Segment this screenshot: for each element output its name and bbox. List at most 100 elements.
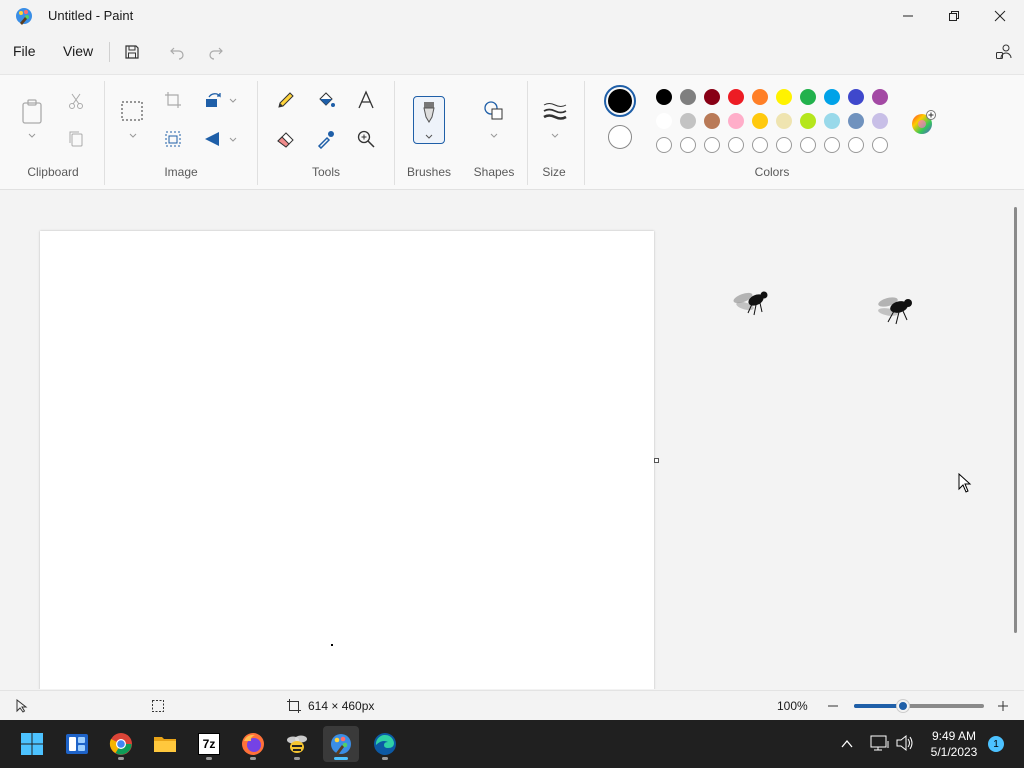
- vertical-scrollbar[interactable]: [1014, 207, 1017, 633]
- text-tool[interactable]: [352, 86, 380, 114]
- color-swatch[interactable]: [656, 113, 672, 129]
- size-button[interactable]: [541, 97, 569, 125]
- color-swatch[interactable]: [656, 89, 672, 105]
- color-swatch[interactable]: [680, 89, 696, 105]
- chevron-down-icon: [551, 133, 559, 138]
- redo-button[interactable]: [205, 41, 227, 63]
- account-button[interactable]: [993, 41, 1015, 63]
- cut-button[interactable]: [62, 87, 90, 115]
- chevron-up-icon[interactable]: [840, 737, 854, 751]
- flip-button[interactable]: [199, 125, 227, 153]
- color-swatch[interactable]: [872, 89, 888, 105]
- color-swatch[interactable]: [752, 89, 768, 105]
- zoom-out-button[interactable]: [826, 699, 840, 713]
- volume-icon[interactable]: [895, 734, 915, 752]
- custom-color-slot[interactable]: [704, 137, 720, 153]
- color-swatch[interactable]: [728, 89, 744, 105]
- custom-color-slot[interactable]: [848, 137, 864, 153]
- start-button[interactable]: [14, 726, 50, 762]
- undo-icon: [170, 47, 184, 60]
- restore-button[interactable]: [931, 0, 977, 32]
- color-swatch[interactable]: [704, 89, 720, 105]
- 7zip-taskbar-button[interactable]: 7z: [191, 726, 227, 762]
- color-swatch[interactable]: [752, 113, 768, 129]
- copy-button[interactable]: [62, 125, 90, 153]
- running-indicator: [206, 757, 212, 760]
- paint-taskbar-button[interactable]: [323, 726, 359, 762]
- secondary-color-button[interactable]: [608, 125, 632, 149]
- edit-colors-button[interactable]: [910, 110, 936, 136]
- color-swatch[interactable]: [824, 113, 840, 129]
- color-picker-tool[interactable]: [312, 125, 340, 153]
- custom-color-slot[interactable]: [752, 137, 768, 153]
- color-swatch[interactable]: [776, 113, 792, 129]
- menu-bar: File View: [0, 34, 1024, 70]
- color-swatch[interactable]: [800, 113, 816, 129]
- notification-badge[interactable]: 1: [988, 736, 1004, 752]
- rotate-button[interactable]: [199, 86, 227, 114]
- close-icon: [994, 10, 1006, 22]
- pencil-tool[interactable]: [272, 86, 300, 114]
- drawing-canvas[interactable]: [40, 231, 654, 689]
- running-indicator: [118, 757, 124, 760]
- color-swatch[interactable]: [776, 89, 792, 105]
- firefox-taskbar-button[interactable]: [235, 726, 271, 762]
- custom-color-slot[interactable]: [680, 137, 696, 153]
- rotate-icon: [206, 93, 221, 107]
- copy-icon: [69, 131, 83, 147]
- custom-color-slot[interactable]: [656, 137, 672, 153]
- color-swatch[interactable]: [728, 113, 744, 129]
- redo-icon: [209, 47, 223, 60]
- select-button[interactable]: [118, 97, 146, 125]
- resize-button[interactable]: [159, 125, 187, 153]
- view-menu[interactable]: View: [63, 43, 93, 59]
- ribbon-separator: [584, 81, 585, 185]
- file-menu[interactable]: File: [13, 43, 36, 59]
- running-indicator: [334, 757, 348, 760]
- color-swatch[interactable]: [848, 113, 864, 129]
- bee-app-taskbar-button[interactable]: [279, 726, 315, 762]
- fill-tool[interactable]: [312, 86, 340, 114]
- eraser-tool[interactable]: [272, 125, 300, 153]
- widgets-button[interactable]: [59, 726, 95, 762]
- save-button[interactable]: [121, 41, 143, 63]
- zoom-slider-thumb[interactable]: [897, 700, 910, 712]
- magnifier-tool[interactable]: [352, 125, 380, 153]
- color-swatch[interactable]: [872, 113, 888, 129]
- color-swatch[interactable]: [680, 113, 696, 129]
- running-indicator: [382, 757, 388, 760]
- custom-color-slot[interactable]: [872, 137, 888, 153]
- color-swatch[interactable]: [704, 113, 720, 129]
- color-swatch[interactable]: [824, 89, 840, 105]
- minimize-button[interactable]: [885, 0, 931, 32]
- custom-color-slot[interactable]: [776, 137, 792, 153]
- zoom-slider[interactable]: [854, 700, 984, 712]
- network-icon[interactable]: [870, 734, 890, 752]
- custom-color-slot[interactable]: [728, 137, 744, 153]
- canvas-workspace[interactable]: [0, 191, 1014, 689]
- paste-button[interactable]: [18, 97, 46, 127]
- zoom-slider-fill: [854, 704, 904, 708]
- clock-date: 5/1/2023: [930, 745, 978, 759]
- shapes-button[interactable]: [480, 97, 508, 125]
- status-bar: 614 × 460px 100%: [0, 690, 1024, 720]
- zoom-in-button[interactable]: [996, 699, 1010, 713]
- canvas-resize-handle-right[interactable]: [654, 458, 659, 463]
- edge-taskbar-button[interactable]: [367, 726, 403, 762]
- custom-color-slot[interactable]: [800, 137, 816, 153]
- system-clock[interactable]: 9:49 AM 5/1/2023: [920, 728, 988, 760]
- color-swatch[interactable]: [800, 89, 816, 105]
- primary-color-button[interactable]: [604, 85, 636, 117]
- chrome-taskbar-button[interactable]: [103, 726, 139, 762]
- undo-button[interactable]: [166, 41, 188, 63]
- custom-color-slot[interactable]: [824, 137, 840, 153]
- minimize-icon: [903, 15, 913, 17]
- close-button[interactable]: [977, 0, 1023, 32]
- clock-time: 9:49 AM: [931, 729, 977, 743]
- account-icon: [996, 44, 1012, 59]
- color-swatch[interactable]: [848, 89, 864, 105]
- file-explorer-taskbar-button[interactable]: [147, 726, 183, 762]
- firefox-icon: [242, 733, 264, 755]
- canvas-size-icon: [287, 699, 301, 713]
- crop-button[interactable]: [159, 86, 187, 114]
